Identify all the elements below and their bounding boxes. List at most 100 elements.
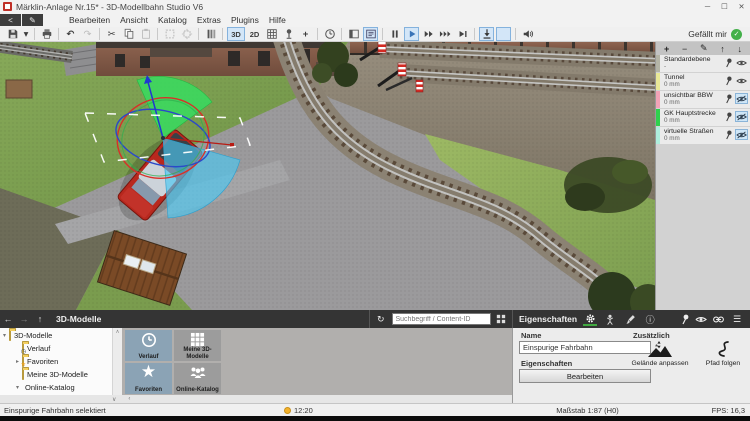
skip-to-end-icon[interactable]	[455, 27, 470, 41]
viewport-3d[interactable]	[0, 42, 655, 310]
clock-status[interactable]: 12:20	[284, 406, 313, 415]
layer-row-unsichtbar-bbw[interactable]: unsichtbar BBW 0 mm	[656, 91, 750, 108]
grid-icon[interactable]	[264, 27, 279, 41]
like-check-icon[interactable]: ✓	[731, 28, 742, 40]
pin-icon[interactable]	[724, 93, 733, 104]
layer-row-standardebene[interactable]: Standardebene -	[656, 55, 750, 72]
tree-item-favoriten[interactable]: ▸ ★ Favoriten	[0, 355, 112, 368]
minimize-button[interactable]: ─	[699, 1, 716, 13]
close-button[interactable]: ✕	[733, 1, 750, 13]
eye-panel-icon[interactable]	[695, 315, 707, 324]
paste-icon[interactable]	[138, 27, 153, 41]
catalog-forward-icon[interactable]: →	[16, 314, 32, 324]
tree-item-3d-modelle[interactable]: ▾ 3D-Modelle	[0, 329, 112, 342]
timer-icon[interactable]	[322, 27, 337, 41]
pin-icon[interactable]	[724, 57, 733, 68]
visibility-off-icon[interactable]	[735, 111, 748, 122]
menu-bearbeiten[interactable]: Bearbeiten	[64, 14, 115, 26]
remove-layer-icon[interactable]: −	[682, 44, 687, 54]
save-dropdown-icon[interactable]: ▾	[22, 27, 30, 41]
menu-extras[interactable]: Extras	[192, 14, 226, 26]
pin-icon[interactable]	[724, 111, 733, 122]
grid-view-icon[interactable]	[495, 312, 509, 326]
tree-scrollbar[interactable]: ∧	[112, 328, 122, 395]
tree-item-label: Verlauf	[27, 344, 51, 353]
fastest-forward-icon[interactable]	[438, 27, 453, 41]
pin-icon[interactable]	[724, 129, 733, 140]
layer-row-virtuelle-strassen[interactable]: virtuelle Straßen 0 mm	[656, 127, 750, 144]
undo-icon[interactable]: ↶	[63, 27, 78, 41]
info-icon[interactable]: ⓘ	[643, 312, 657, 326]
daytime-sun-icon	[284, 407, 291, 414]
menu-hilfe[interactable]: Hilfe	[264, 14, 291, 26]
event-log-icon[interactable]	[363, 27, 378, 41]
tile-meine-3d-modelle[interactable]: Meine 3D-Modelle	[174, 330, 221, 361]
catalog-scroll-strip[interactable]: ∨ ‹	[0, 395, 512, 403]
gear-icon[interactable]	[583, 312, 598, 326]
view-3d-button[interactable]: 3D	[227, 27, 245, 41]
save-icon[interactable]	[5, 27, 20, 41]
move-layer-up-icon[interactable]: ↑	[720, 44, 725, 54]
menu-ansicht[interactable]: Ansicht	[115, 14, 153, 26]
chevron-down-icon[interactable]: ▾	[0, 332, 9, 339]
menu-katalog[interactable]: Katalog	[153, 14, 192, 26]
event-list-icon[interactable]	[203, 27, 218, 41]
layer-detail: 0 mm	[664, 134, 680, 142]
link-icon[interactable]	[712, 315, 725, 324]
view-2d-button[interactable]: 2D	[247, 27, 262, 41]
separator	[341, 28, 342, 40]
tree-item-verlauf[interactable]: ◷ Verlauf	[0, 342, 112, 355]
visibility-off-icon[interactable]	[735, 129, 748, 140]
pin-panel-icon[interactable]	[680, 313, 690, 325]
tree-item-meine-3d-modelle[interactable]: Meine 3D-Modelle	[0, 368, 112, 381]
edit-layer-icon[interactable]: ✎	[700, 43, 708, 54]
pin-icon[interactable]	[724, 75, 733, 86]
panel-layout-icon[interactable]	[346, 27, 361, 41]
play-icon[interactable]	[404, 27, 419, 41]
sound-icon[interactable]	[520, 27, 535, 41]
visibility-on-icon[interactable]	[735, 57, 748, 68]
scroll-left-icon[interactable]: ‹	[128, 396, 130, 402]
snap-to-ground-icon[interactable]	[479, 27, 494, 41]
tile-online-katalog[interactable]: Online-Katalog	[174, 363, 221, 394]
adapt-terrain-button[interactable]: Gelände anpassen	[625, 340, 695, 367]
move-layer-down-icon[interactable]: ↓	[737, 44, 742, 54]
visibility-on-icon[interactable]	[735, 75, 748, 86]
refresh-icon[interactable]: ↻	[374, 312, 388, 326]
layer-row-tunnel[interactable]: Tunnel 0 mm	[656, 73, 750, 90]
taskbar-strip	[0, 416, 750, 421]
menu-plugins[interactable]: Plugins	[226, 14, 264, 26]
fast-forward-icon[interactable]	[421, 27, 436, 41]
edit-mode-button[interactable]: ✎	[22, 14, 43, 26]
select-move-icon[interactable]	[179, 27, 194, 41]
scroll-up-icon[interactable]: ∧	[113, 329, 122, 335]
tile-verlauf[interactable]: Verlauf	[125, 330, 172, 361]
visibility-off-icon[interactable]	[735, 93, 748, 104]
layer-row-gk-hauptstrecke[interactable]: GK Hauptstrecke 0 mm	[656, 109, 750, 126]
redo-icon[interactable]: ↷	[80, 27, 95, 41]
add-layer-icon[interactable]: +	[664, 44, 669, 54]
align-icon[interactable]	[496, 27, 511, 41]
edit-button[interactable]: Bearbeiten	[519, 369, 651, 383]
menu-icon[interactable]: ☰	[730, 312, 744, 326]
pause-icon[interactable]	[387, 27, 402, 41]
animation-icon[interactable]	[603, 312, 617, 326]
paint-brush-icon[interactable]	[623, 312, 637, 326]
cut-icon[interactable]: ✂	[104, 27, 119, 41]
add-object-icon[interactable]: +	[298, 27, 313, 41]
tree-item-online-katalog[interactable]: ▾ Online-Katalog	[0, 381, 112, 394]
back-button[interactable]: <	[0, 14, 21, 26]
follow-path-button[interactable]: Pfad folgen	[695, 340, 750, 367]
scroll-down-icon[interactable]: ∨	[112, 396, 116, 403]
select-area-icon[interactable]	[162, 27, 177, 41]
catalog-up-icon[interactable]: ↑	[32, 314, 48, 324]
search-input[interactable]	[391, 313, 491, 325]
signal-icon[interactable]	[281, 27, 296, 41]
print-icon[interactable]	[39, 27, 54, 41]
copy-icon[interactable]	[121, 27, 136, 41]
separator	[317, 28, 318, 40]
maximize-button[interactable]: ☐	[716, 1, 733, 13]
chevron-down-icon[interactable]: ▾	[13, 384, 22, 391]
tile-favoriten[interactable]: ★ Favoriten	[125, 363, 172, 394]
catalog-back-icon[interactable]: ←	[0, 314, 16, 324]
